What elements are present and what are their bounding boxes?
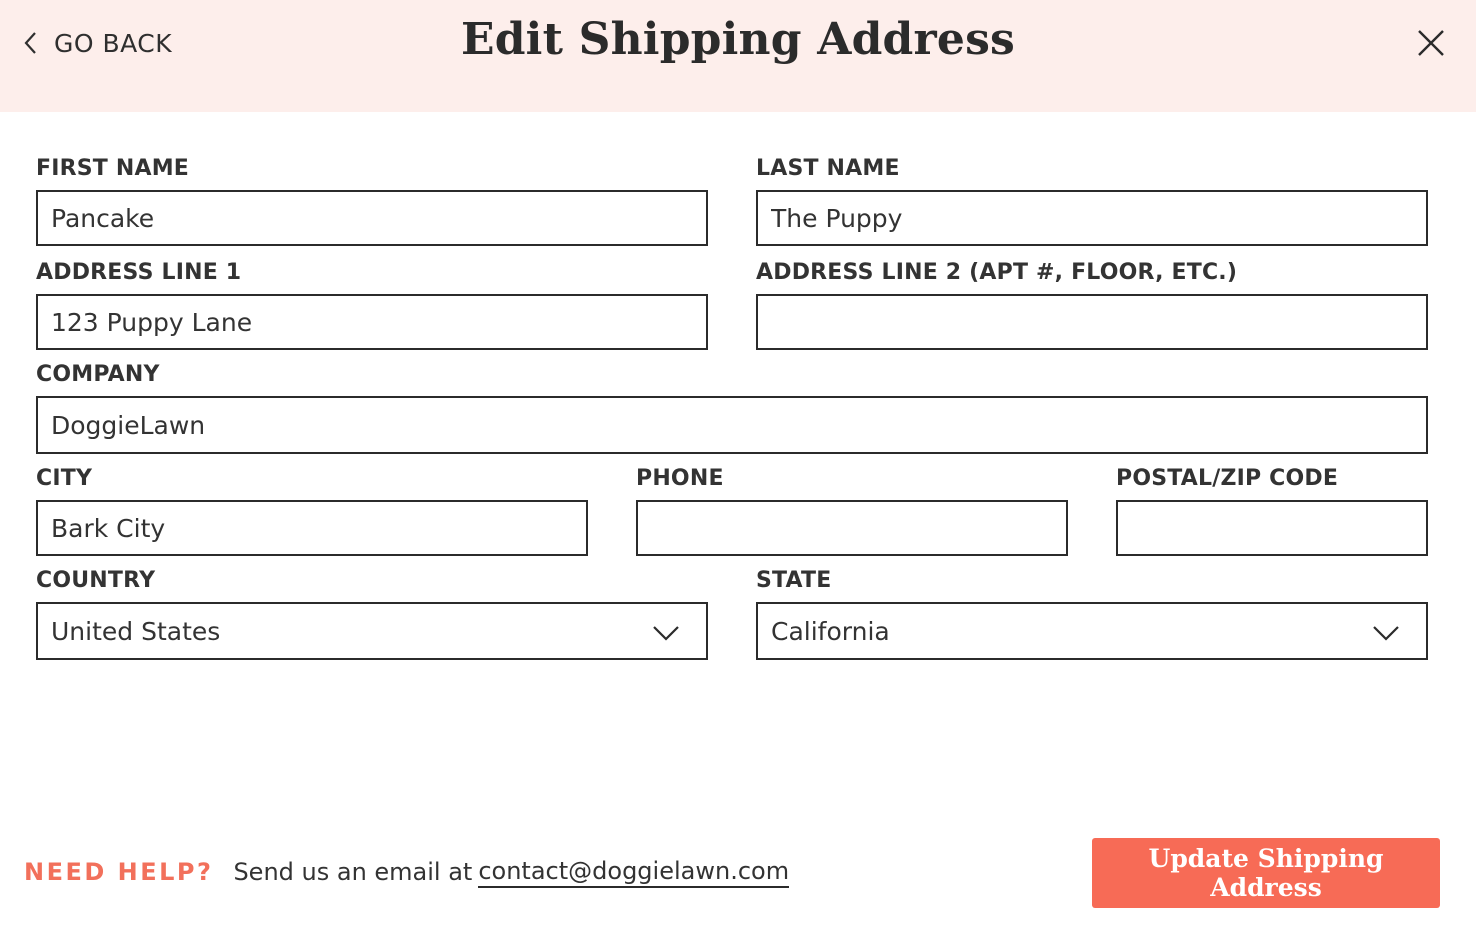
update-shipping-address-button[interactable]: Update Shipping Address [1092,838,1440,908]
phone-input[interactable] [636,500,1068,556]
country-label: COUNTRY [36,568,156,593]
last-name-label: LAST NAME [756,156,900,181]
modal-header: GO BACK Edit Shipping Address [0,0,1476,112]
first-name-label: FIRST NAME [36,156,190,181]
postal-code-input[interactable] [1116,500,1428,556]
state-value: California [771,616,890,646]
address-line-2-label: ADDRESS LINE 2 (APT #, FLOOR, ETC.) [756,260,1238,285]
address-line-1-label: ADDRESS LINE 1 [36,260,242,285]
state-label: STATE [756,568,832,593]
country-select[interactable]: United States [36,602,708,660]
first-name-input[interactable] [36,190,708,246]
address-line-1-input[interactable] [36,294,708,350]
address-line-2-input[interactable] [756,294,1428,350]
country-value: United States [51,616,221,646]
help-text: Send us an email at [233,858,473,886]
company-input[interactable] [36,396,1428,454]
last-name-input[interactable] [756,190,1428,246]
postal-code-label: POSTAL/ZIP CODE [1116,466,1339,491]
phone-label: PHONE [636,466,724,491]
close-icon [1418,30,1444,56]
help-section: NEED HELP? Send us an email at contact@d… [24,854,790,890]
chevron-down-icon [653,626,679,641]
help-email-link[interactable]: contact@doggielawn.com [478,857,790,888]
page-title: Edit Shipping Address [460,14,1016,65]
city-input[interactable] [36,500,588,556]
company-label: COMPANY [36,362,160,387]
city-label: CITY [36,466,93,491]
need-help-label: NEED HELP? [24,858,214,886]
state-select[interactable]: California [756,602,1428,660]
close-button[interactable] [1412,24,1450,62]
chevron-down-icon [1373,626,1399,641]
